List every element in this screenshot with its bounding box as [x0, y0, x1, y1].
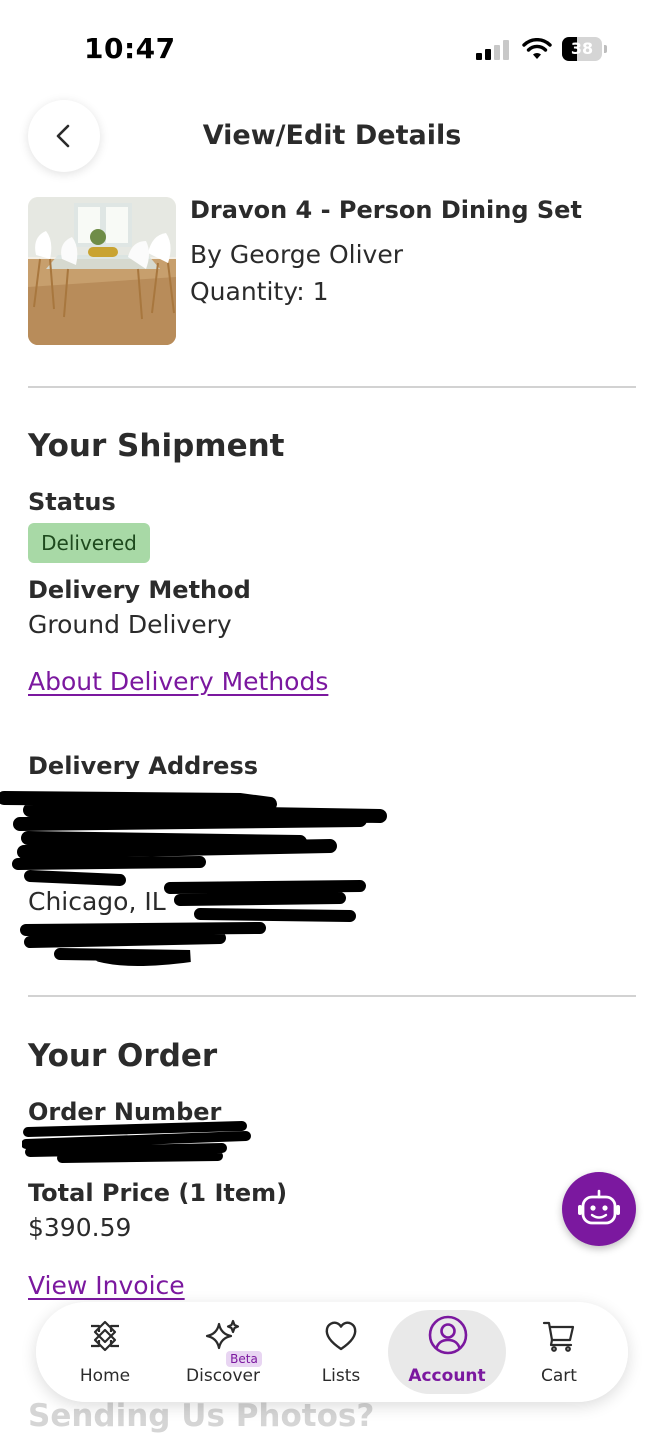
nav-discover[interactable]: Discover — [164, 1310, 282, 1394]
bottom-nav: Home Discover Beta Lists Account Cart — [36, 1302, 628, 1402]
redaction-scribble — [22, 1121, 251, 1163]
product-name[interactable]: Dravon 4 - Person Dining Set — [190, 196, 582, 224]
nav-account[interactable]: Account — [388, 1310, 506, 1394]
wifi-icon — [522, 38, 552, 59]
cart-icon — [542, 1321, 575, 1352]
nav-home[interactable]: Home — [46, 1310, 164, 1394]
shipment-heading: Your Shipment — [28, 428, 285, 464]
order-heading: Your Order — [28, 1038, 218, 1074]
nav-discover-label: Discover — [186, 1366, 260, 1386]
nav-home-label: Home — [79, 1366, 131, 1386]
cellular-signal-icon — [476, 40, 510, 60]
delivery-address-label: Delivery Address — [28, 752, 259, 780]
heart-icon — [325, 1321, 357, 1351]
nav-account-label: Account — [408, 1366, 486, 1386]
status-bar: 10:47 38 — [0, 0, 664, 96]
view-invoice-link[interactable]: View Invoice — [28, 1271, 185, 1300]
home-icon — [91, 1320, 119, 1352]
beta-badge: Beta — [226, 1351, 262, 1367]
delivery-method-value: Ground Delivery — [28, 610, 232, 639]
robot-icon — [578, 1189, 620, 1225]
nav-cart[interactable]: Cart — [500, 1310, 618, 1394]
battery-level: 38 — [570, 39, 594, 58]
status-time: 10:47 — [84, 32, 176, 65]
sparkle-icon — [205, 1319, 240, 1350]
delivery-method-label: Delivery Method — [28, 576, 251, 604]
nav-lists[interactable]: Lists — [282, 1310, 400, 1394]
product-image[interactable] — [28, 197, 176, 345]
battery-icon: 38 — [562, 37, 607, 61]
account-icon — [428, 1315, 468, 1355]
product-quantity: Quantity: 1 — [190, 277, 329, 306]
product-brand: By George Oliver — [190, 240, 404, 269]
nav-lists-label: Lists — [321, 1366, 361, 1386]
sending-photos-heading: Sending Us Photos? — [28, 1398, 375, 1434]
chat-assistant-button[interactable] — [562, 1172, 636, 1246]
status-label: Status — [28, 488, 116, 516]
nav-cart-label: Cart — [541, 1366, 577, 1386]
page-title: View/Edit Details — [202, 120, 462, 151]
redaction-scribble — [0, 791, 387, 966]
divider — [28, 386, 636, 388]
status-badge: Delivered — [28, 523, 150, 563]
about-delivery-methods-link[interactable]: About Delivery Methods — [28, 667, 328, 696]
total-price-label: Total Price (1 Item) — [28, 1179, 288, 1207]
divider — [28, 995, 636, 997]
total-price-value: $390.59 — [28, 1213, 132, 1242]
